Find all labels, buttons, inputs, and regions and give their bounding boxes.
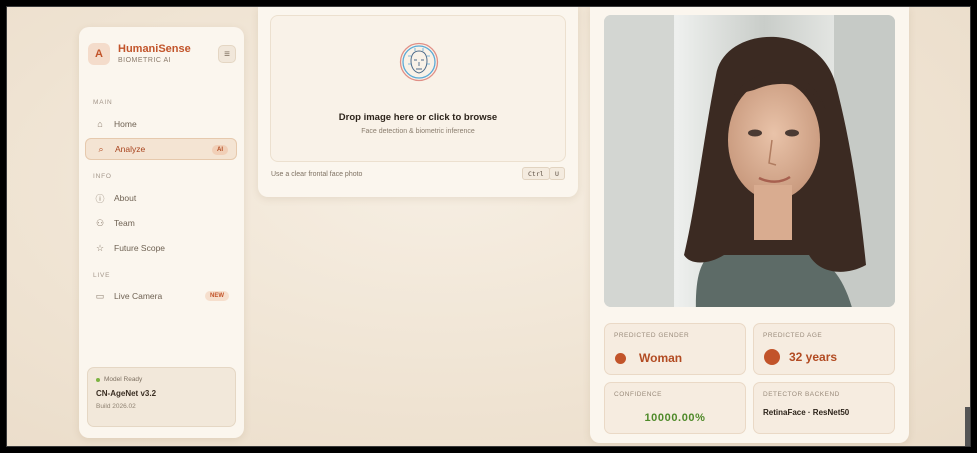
- backend-value: RetinaFace · ResNet50: [763, 408, 850, 417]
- age-dot-icon: [764, 349, 780, 365]
- model-status-text: Model Ready: [104, 376, 143, 383]
- gender-value: Woman: [639, 351, 683, 365]
- portrait-image: [604, 15, 895, 307]
- model-status-card: Model Ready CN-AgeNet v3.2 Build 2026.02: [87, 367, 236, 427]
- model-build: Build 2026.02: [96, 403, 136, 410]
- team-icon: ⚇: [95, 217, 105, 228]
- new-badge: NEW: [205, 291, 229, 301]
- uploaded-face-photo: [604, 15, 895, 307]
- status-dot-icon: [96, 377, 100, 382]
- kbd-ctrl: Ctrl: [522, 167, 550, 180]
- gender-dot-icon: [615, 352, 626, 364]
- sidebar-item-label: Analyze: [115, 144, 146, 154]
- sidebar-item-analyze[interactable]: ⌕ Analyze AI: [85, 138, 237, 160]
- result-card: PREDICTED GENDER Woman PREDICTED AGE 32 …: [590, 7, 909, 443]
- scrollbar-thumb[interactable]: [965, 407, 970, 446]
- model-name: CN-AgeNet v3.2: [96, 389, 157, 398]
- brand-subtitle: BIOMETRIC AI: [118, 57, 172, 64]
- sidebar-item-label: Team: [114, 218, 135, 228]
- sidebar-item-team[interactable]: ⚇ Team: [85, 212, 237, 234]
- sidebar-item-future-scope[interactable]: ☆ Future Scope: [85, 237, 237, 259]
- gender-label: PREDICTED GENDER: [614, 332, 690, 339]
- gender-value-row: Woman: [615, 351, 682, 365]
- ai-badge: AI: [212, 145, 228, 155]
- brand-logo-icon: A: [88, 43, 110, 65]
- detector-backend-card: DETECTOR BACKEND RetinaFace · ResNet50: [753, 382, 895, 434]
- search-icon: ⌕: [98, 143, 104, 154]
- sidebar-item-label: Home: [114, 119, 137, 129]
- brand: A HumaniSense BIOMETRIC AI ≡: [88, 43, 236, 71]
- age-value-row: 32 years: [764, 349, 837, 365]
- backend-label: DETECTOR BACKEND: [763, 391, 840, 398]
- kbd-u: U: [549, 167, 565, 180]
- brand-name: HumaniSense: [118, 43, 191, 55]
- sidebar: A HumaniSense BIOMETRIC AI ≡ MAIN ⌂ Home…: [79, 27, 244, 438]
- face-scan-icon: [399, 42, 439, 82]
- menu-toggle-button[interactable]: ≡: [218, 45, 236, 63]
- confidence-card: CONFIDENCE 10000.00%: [604, 382, 746, 434]
- age-value: 32 years: [789, 350, 838, 364]
- star-icon: ☆: [95, 242, 105, 253]
- age-label: PREDICTED AGE: [763, 332, 823, 339]
- section-label-info: INFO: [93, 173, 112, 180]
- dropzone-title: Drop image here or click to browse: [338, 112, 498, 123]
- info-icon: ⓘ: [95, 193, 105, 204]
- confidence-value: 10000.00%: [644, 412, 706, 424]
- model-status: Model Ready: [96, 376, 227, 383]
- section-label-main: MAIN: [93, 99, 113, 106]
- upload-card: Drop image here or click to browse Face …: [258, 7, 578, 197]
- sidebar-item-label: Live Camera: [114, 291, 163, 301]
- dropzone-subtitle: Face detection & biometric inference: [361, 128, 475, 135]
- image-dropzone[interactable]: Drop image here or click to browse Face …: [270, 15, 566, 162]
- predicted-gender-card: PREDICTED GENDER Woman: [604, 323, 746, 375]
- upload-hint: Use a clear frontal face photo: [271, 171, 363, 178]
- sidebar-item-live-camera[interactable]: ▭ Live Camera NEW: [85, 285, 237, 307]
- app-frame: A HumaniSense BIOMETRIC AI ≡ MAIN ⌂ Home…: [6, 6, 971, 447]
- sidebar-item-label: About: [114, 193, 137, 203]
- sidebar-item-about[interactable]: ⓘ About: [85, 187, 237, 209]
- sidebar-item-label: Future Scope: [114, 243, 166, 253]
- confidence-label: CONFIDENCE: [614, 391, 662, 398]
- predicted-age-card: PREDICTED AGE 32 years: [753, 323, 895, 375]
- section-label-live: LIVE: [93, 272, 111, 279]
- sidebar-item-home[interactable]: ⌂ Home: [85, 113, 237, 135]
- home-icon: ⌂: [97, 119, 103, 129]
- camera-icon: ▭: [95, 290, 105, 301]
